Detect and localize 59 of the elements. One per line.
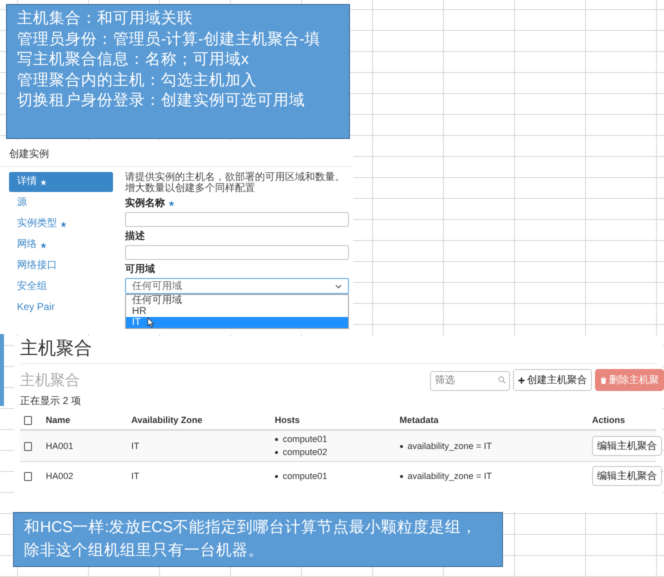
search-field[interactable]: 筛选 <box>430 370 510 390</box>
item-count: 正在显示 2 项 <box>20 395 82 408</box>
note-text: 管理聚合内的主机：勾选主机加入 <box>17 70 258 91</box>
caret-icon <box>335 284 342 288</box>
intro-text: 增大数量以创建多个同样配置 <box>125 183 256 194</box>
wizard-step[interactable]: Key Pair <box>9 298 113 318</box>
table-cell: IT <box>131 441 140 452</box>
table-cell: IT <box>131 471 140 482</box>
column-header: Metadata <box>400 415 439 426</box>
trash-icon <box>600 376 607 384</box>
wizard-step[interactable]: 网络接口 <box>9 256 113 276</box>
input-field[interactable] <box>125 245 349 260</box>
intro-text: 请提供实例的主机名，欲部署的可用区域和数量。 <box>125 172 346 183</box>
row-checkbox[interactable] <box>24 472 32 482</box>
wizard-step[interactable]: 源 <box>9 193 113 213</box>
required-icon <box>60 220 67 228</box>
row-checkbox[interactable] <box>24 442 32 452</box>
wizard-step[interactable]: 详情 <box>9 172 113 192</box>
column-header: Actions <box>592 415 625 426</box>
host-item: compute01 <box>282 433 328 446</box>
table-cell: HA002 <box>46 471 74 482</box>
column-header: Availability Zone <box>131 415 202 426</box>
required-icon <box>168 200 175 206</box>
column-header: Hosts <box>274 415 300 426</box>
plus-icon <box>518 376 525 384</box>
note-text: 管理员身份：管理员-计算-创建主机聚合-填 <box>17 30 322 50</box>
dropdown-option[interactable]: HR <box>126 306 348 317</box>
zone-select[interactable]: 任何可用域 <box>125 278 349 294</box>
section-title: 主机聚合 <box>20 370 80 390</box>
metadata-item: availability_zone = IT <box>408 440 492 453</box>
dropdown-option[interactable]: 任何可用域 <box>126 295 348 306</box>
edit-button[interactable]: 编辑主机聚合 <box>592 436 662 456</box>
dropdown-option[interactable]: IT <box>126 317 348 328</box>
input-field[interactable] <box>125 212 349 227</box>
cursor-icon <box>146 317 155 328</box>
select-all-checkbox[interactable] <box>24 416 32 426</box>
note-text: 主机集合：和可用域关联 <box>17 9 194 29</box>
page-title: 创建实例 <box>0 140 353 167</box>
wizard-step[interactable]: 网络 <box>9 235 113 255</box>
delete-button[interactable]: 删除主机聚 <box>595 369 664 391</box>
wizard-step[interactable]: 实例类型 <box>9 214 113 234</box>
table-cell: HA001 <box>46 441 74 452</box>
field-label: 实例名称 <box>125 196 165 210</box>
note-text: 写主机聚合信息：名称；可用域x <box>17 50 250 70</box>
note-text: 切换租户身份登录：创建实例可选可用域 <box>17 91 306 112</box>
required-icon <box>40 242 47 248</box>
edit-button[interactable]: 编辑主机聚合 <box>592 466 662 486</box>
host-item: compute02 <box>282 446 328 460</box>
required-icon <box>40 178 47 186</box>
host-item: compute01 <box>282 470 328 483</box>
metadata-item: availability_zone = IT <box>408 470 492 483</box>
field-label: 可用域 <box>125 262 155 276</box>
page-title: 主机聚合 <box>20 336 656 364</box>
field-label: 描述 <box>125 230 145 243</box>
search-icon <box>498 376 506 384</box>
create-button[interactable]: 创建主机聚合 <box>513 369 592 391</box>
column-header: Name <box>46 415 70 426</box>
wizard-step[interactable]: 安全组 <box>9 277 113 297</box>
note-text: 和HCS一样:发放ECS不能指定到哪台计算节点最小颗粒度是组，除非这个组机组里只有一台机器。 <box>24 518 478 561</box>
